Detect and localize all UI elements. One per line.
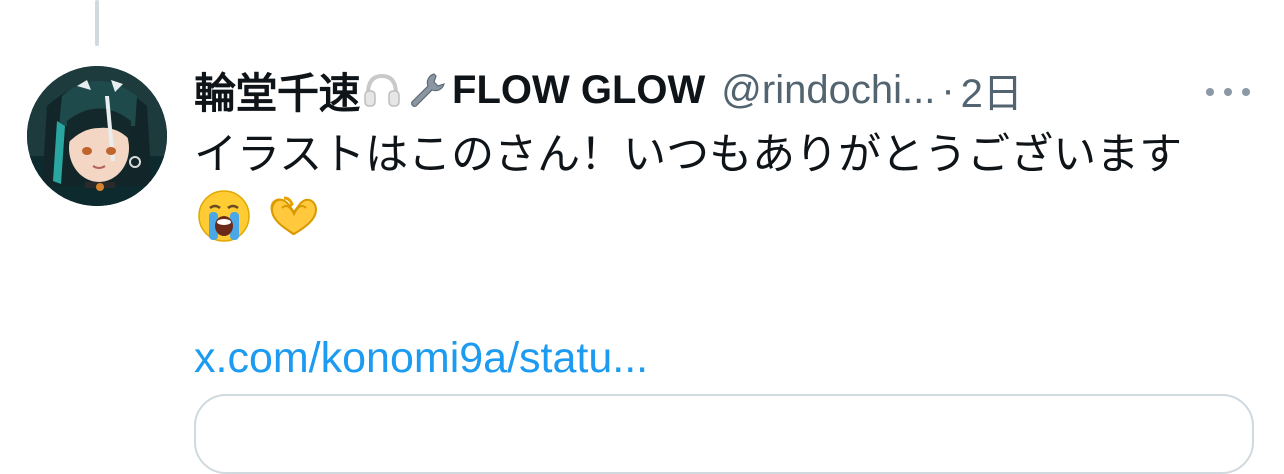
tweet-text: イラストはこのさん！いつもありがとうございます xyxy=(194,131,1183,179)
author-display-name[interactable]: 輪堂千速 xyxy=(194,60,361,121)
tweet-content: 輪堂千速 FLOW GLOW @rindochi... · 2日 イラストはこの… xyxy=(194,58,1274,388)
loudly-crying-face-icon xyxy=(196,188,252,244)
tweet-header: 輪堂千速 FLOW GLOW @rindochi... · 2日 xyxy=(194,58,1274,122)
wrench-icon xyxy=(406,70,446,110)
tweet-emoji-row xyxy=(194,186,1274,246)
separator-dot: · xyxy=(941,67,955,112)
author-name-suffix[interactable]: FLOW GLOW xyxy=(452,68,705,113)
quoted-tweet-card[interactable] xyxy=(194,394,1254,474)
avatar-image xyxy=(27,66,167,206)
thread-connector-line xyxy=(95,0,99,46)
author-handle[interactable]: @rindochi... xyxy=(721,68,935,113)
headphones-icon xyxy=(362,70,402,110)
tweet-timestamp[interactable]: 2日 xyxy=(961,61,1023,119)
more-options-icon[interactable] xyxy=(1198,82,1258,102)
heart-hands-icon xyxy=(266,188,322,244)
avatar[interactable] xyxy=(27,66,167,206)
tweet-link[interactable]: x.com/konomi9a/statu... xyxy=(194,328,1274,388)
